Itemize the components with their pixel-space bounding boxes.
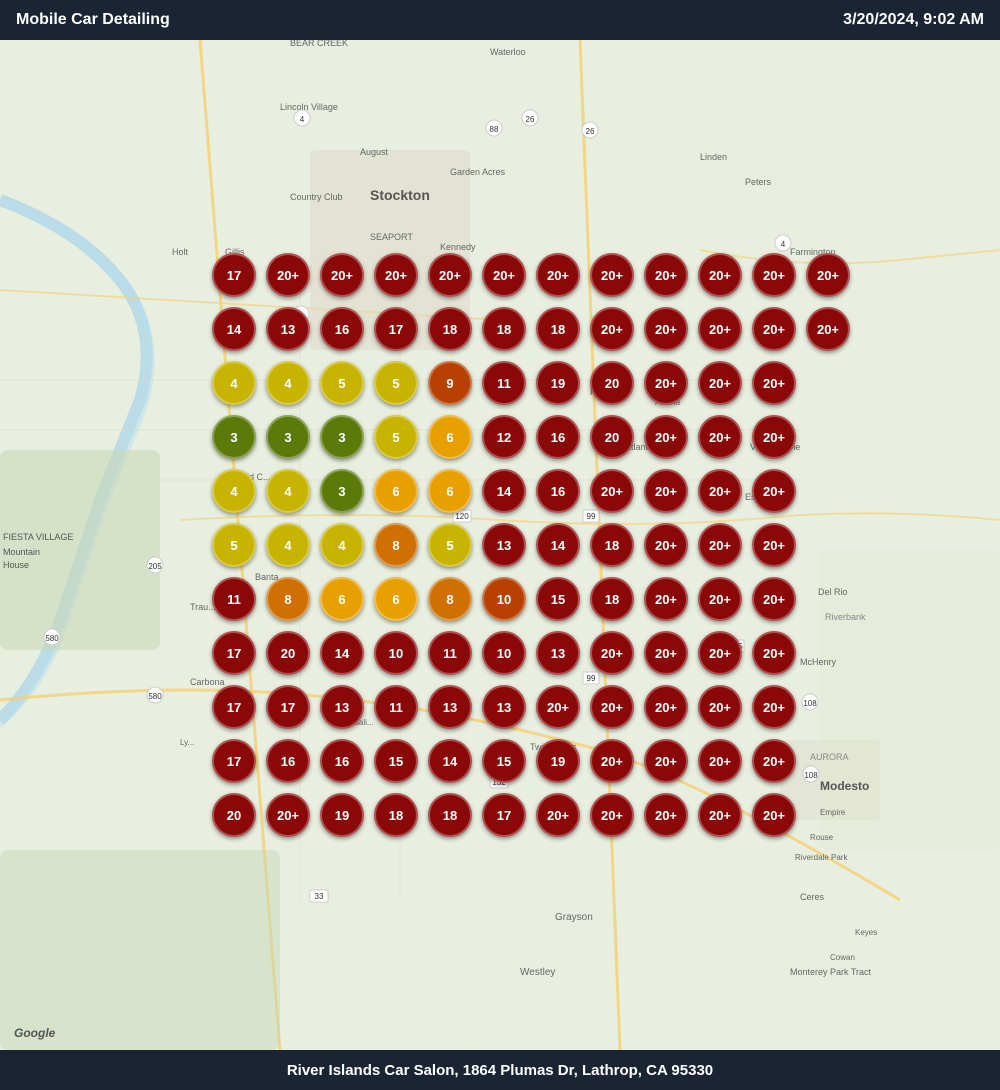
svg-text:Avena: Avena xyxy=(655,397,680,407)
svg-text:Peters: Peters xyxy=(745,177,772,187)
svg-text:580: 580 xyxy=(45,634,59,643)
svg-text:Westley: Westley xyxy=(520,967,555,978)
app-title: Mobile Car Detailing xyxy=(16,11,170,29)
footer: River Islands Car Salon, 1864 Plumas Dr,… xyxy=(0,1050,1000,1090)
svg-text:Farmington: Farmington xyxy=(790,247,836,257)
svg-text:Modesto: Modesto xyxy=(820,779,869,793)
svg-text:Ceres: Ceres xyxy=(800,892,825,902)
svg-text:Holt: Holt xyxy=(172,247,189,257)
svg-text:Escalon: Escalon xyxy=(745,492,777,502)
svg-text:99: 99 xyxy=(587,674,596,683)
svg-text:Riverdale Park: Riverdale Park xyxy=(795,853,848,862)
svg-text:Ly...: Ly... xyxy=(180,738,194,747)
svg-text:House: House xyxy=(3,560,29,570)
svg-text:132: 132 xyxy=(282,754,296,763)
svg-text:4: 4 xyxy=(300,115,305,124)
svg-text:Garden Acres: Garden Acres xyxy=(450,167,506,177)
svg-text:Waterloo: Waterloo xyxy=(490,47,526,57)
svg-text:4: 4 xyxy=(781,240,786,249)
svg-text:205: 205 xyxy=(148,562,162,571)
svg-text:108: 108 xyxy=(804,771,818,780)
svg-text:Grayson: Grayson xyxy=(555,912,593,923)
svg-text:Atlanta: Atlanta xyxy=(625,442,653,452)
svg-text:Old C...: Old C... xyxy=(240,472,271,482)
svg-text:26: 26 xyxy=(586,127,595,136)
svg-text:Lincoln Village: Lincoln Village xyxy=(280,102,338,112)
svg-text:FIESTA VILLAGE: FIESTA VILLAGE xyxy=(3,532,73,542)
svg-text:Trau...: Trau... xyxy=(190,602,216,612)
svg-text:88: 88 xyxy=(490,125,499,134)
svg-text:Mountain: Mountain xyxy=(3,547,40,557)
svg-text:33: 33 xyxy=(315,892,324,901)
svg-text:Rouse: Rouse xyxy=(810,833,834,842)
svg-text:Monterey Park Tract: Monterey Park Tract xyxy=(790,967,872,977)
svg-text:Cowan: Cowan xyxy=(830,953,855,962)
svg-text:McHenry: McHenry xyxy=(800,657,837,667)
svg-text:132: 132 xyxy=(492,778,506,787)
google-logo: Google xyxy=(14,1026,55,1040)
svg-text:Banta: Banta xyxy=(255,572,279,582)
svg-text:Valley Home: Valley Home xyxy=(750,442,800,452)
svg-text:Linden: Linden xyxy=(700,152,727,162)
header: Mobile Car Detailing 3/20/2024, 9:02 AM xyxy=(0,0,1000,40)
header-datetime: 3/20/2024, 9:02 AM xyxy=(843,11,984,29)
svg-text:Keyes: Keyes xyxy=(855,928,877,937)
svg-text:Gillis: Gillis xyxy=(225,247,245,257)
svg-text:Riverbank: Riverbank xyxy=(825,612,866,622)
svg-text:Ne...sali...: Ne...sali... xyxy=(338,718,374,727)
svg-text:August: August xyxy=(360,147,389,157)
map-background: BEAR CREEK Waterloo Linden Lincoln Villa… xyxy=(0,0,1000,1090)
svg-text:SEAPORT: SEAPORT xyxy=(370,232,413,242)
svg-text:215: 215 xyxy=(729,642,743,651)
footer-address: River Islands Car Salon, 1864 Plumas Dr,… xyxy=(287,1062,713,1079)
svg-text:Twin Rivers: Twin Rivers xyxy=(530,742,577,752)
svg-text:120: 120 xyxy=(455,512,469,521)
svg-text:AURORA: AURORA xyxy=(810,752,849,762)
svg-text:Kennedy: Kennedy xyxy=(440,242,476,252)
svg-text:Peltham: Peltham xyxy=(590,387,623,397)
svg-text:26: 26 xyxy=(526,115,535,124)
svg-text:Country Club: Country Club xyxy=(290,192,343,202)
svg-text:580: 580 xyxy=(148,692,162,701)
svg-text:99: 99 xyxy=(587,512,596,521)
svg-text:Stockton: Stockton xyxy=(370,187,430,203)
svg-text:4: 4 xyxy=(299,311,304,320)
svg-text:Del Rio: Del Rio xyxy=(818,587,848,597)
svg-text:108: 108 xyxy=(803,699,817,708)
svg-text:Carbona: Carbona xyxy=(190,677,225,687)
svg-text:Empire: Empire xyxy=(820,808,846,817)
